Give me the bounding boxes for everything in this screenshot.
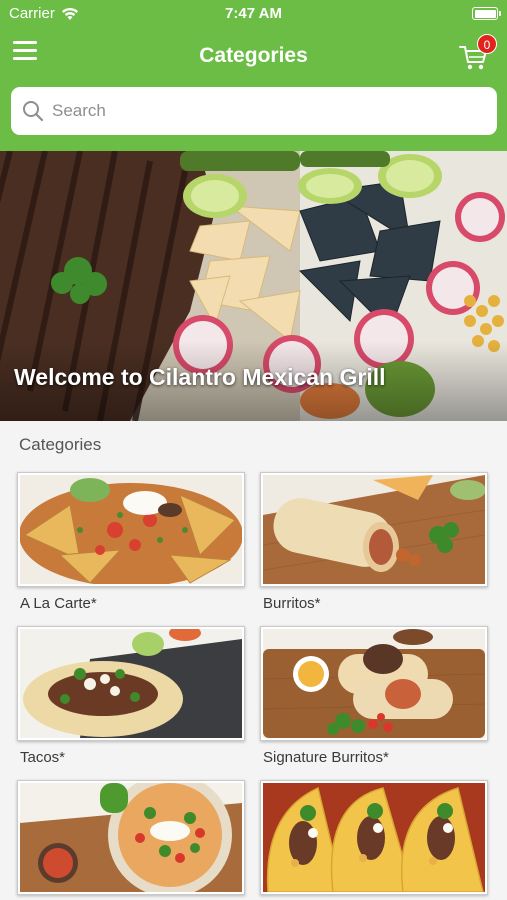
category-label: Tacos* [20,749,66,766]
hero-title: Welcome to Cilantro Mexican Grill [14,364,386,390]
cart-button[interactable]: 0 [457,34,497,74]
nav-bar: Categories 0 [0,30,507,80]
card-image-frame [17,472,245,587]
search-icon [23,101,44,122]
card-image-frame [260,472,488,587]
category-label: Burritos* [263,595,321,612]
app-header: Carrier 7:47 AM Categories 0 [0,0,507,151]
status-bar: Carrier 7:47 AM [0,0,507,28]
category-card-burritos[interactable]: Burritos* [260,472,488,612]
page-title: Categories [199,44,308,67]
category-label: Signature Burritos* [263,749,389,766]
category-card-bowls[interactable] [17,780,245,895]
nachos-photo [20,475,242,584]
card-image-frame [260,626,488,741]
rice-bowl-photo [20,783,242,892]
signature-burrito-photo [263,629,485,738]
categories-section: Categories A La Carte* Burritos* Tacos* … [0,421,507,900]
category-card-signature-burritos[interactable]: Signature Burritos* [260,626,488,766]
taco-photo [20,629,242,738]
cart-count-badge: 0 [477,34,497,54]
burrito-photo [263,475,485,584]
card-image-frame [260,780,488,895]
card-image-frame [17,626,245,741]
hero-banner: Welcome to Cilantro Mexican Grill [0,151,507,421]
category-card-hard-tacos[interactable] [260,780,488,895]
hard-tacos-photo [263,783,485,892]
search-input[interactable] [52,101,472,121]
card-image-frame [17,780,245,895]
status-time: 7:47 AM [225,5,282,22]
category-card-tacos[interactable]: Tacos* [17,626,245,766]
category-label: A La Carte* [20,595,97,612]
category-card-a-la-carte[interactable]: A La Carte* [17,472,245,612]
section-title: Categories [19,435,102,454]
search-bar[interactable] [11,87,497,135]
battery-icon [472,7,501,20]
